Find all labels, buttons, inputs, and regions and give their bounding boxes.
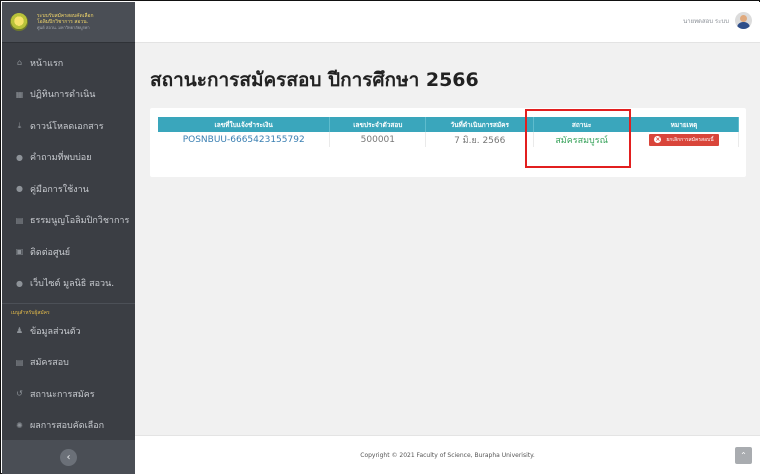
footer: Copyright © 2021 Faculty of Science, Bur…	[135, 435, 760, 474]
page-title: สถานะการสมัครสอบ ปีการศึกษา 2566	[150, 69, 479, 91]
status-table: เลขที่ใบแจ้งชำระเงิน เลขประจำตัวสอบ วันท…	[158, 117, 739, 147]
user-icon: ♟	[15, 326, 24, 336]
form-icon: ▤	[15, 357, 24, 367]
avatar[interactable]	[735, 12, 752, 29]
result-icon: ✺	[16, 420, 23, 430]
copyright-text: Copyright © 2021 Faculty of Science, Bur…	[360, 451, 535, 459]
brand[interactable]: ระบบรับสมัครสอบคัดเลือก โอลิมปิกวิชาการ …	[2, 2, 135, 43]
sidebar-item-label: ผลการสอบคัดเลือก	[30, 421, 105, 432]
app-window: ระบบรับสมัครสอบคัดเลือก โอลิมปิกวิชาการ …	[0, 0, 760, 474]
sidebar-item-label: ติดต่อศูนย์	[30, 247, 71, 258]
sidebar-item-calendar[interactable]: ▦ ปฏิทินการดำเนิน	[2, 79, 135, 111]
sidebar-item-download[interactable]: ⤓ ดาวน์โหลดเอกสาร	[2, 110, 135, 142]
home-icon: ⌂	[16, 58, 23, 68]
table-header-row: เลขที่ใบแจ้งชำระเงิน เลขประจำตัวสอบ วันท…	[158, 117, 739, 132]
user-name: นายทดสอบ ระบบ	[683, 17, 729, 25]
manual-icon: ●	[16, 184, 23, 194]
user-menu[interactable]: นายทดสอบ ระบบ	[683, 12, 752, 29]
exam-id-cell: 500001	[329, 132, 427, 147]
column-header: เลขที่ใบแจ้งชำระเงิน	[158, 117, 331, 132]
sidebar-item-status[interactable]: ↺ สถานะการสมัคร	[2, 378, 135, 410]
chevron-up-icon: ⌃	[740, 451, 747, 460]
cancel-application-label: ยกเลิกการสมัครสอบนี้	[666, 136, 714, 143]
main-content: สถานะการสมัครสอบ ปีการศึกษา 2566 เลขที่ใ…	[135, 43, 760, 435]
sidebar-item-label: สมัครสอบ	[30, 358, 69, 369]
application-date-cell: 7 มิ.ย. 2566	[425, 132, 535, 147]
sidebar-item-website[interactable]: ● เว็บไซต์ มูลนิธิ สอวน.	[2, 268, 135, 300]
sidebar-item-manual[interactable]: ● คู่มือการใช้งาน	[2, 173, 135, 205]
sidebar-item-results[interactable]: ✺ ผลการสอบคัดเลือก	[2, 410, 135, 442]
sidebar-item-home[interactable]: ⌂ หน้าแรก	[2, 47, 135, 79]
column-header: เลขประจำตัวสอบ	[329, 117, 427, 132]
sidebar-item-label: ข้อมูลส่วนตัว	[30, 326, 81, 337]
sidebar-item-label: คำถามที่พบบ่อย	[30, 153, 92, 164]
sidebar-item-label: ปฏิทินการดำเนิน	[30, 90, 96, 101]
brand-line-3: ศูนย์ สอวน. มหาวิทยาลัยบูรพา	[37, 25, 90, 30]
contact-icon: ▣	[15, 247, 24, 257]
status-card: เลขที่ใบแจ้งชำระเงิน เลขประจำตัวสอบ วันท…	[150, 108, 746, 177]
download-icon: ⤓	[17, 120, 22, 130]
posn-logo	[10, 13, 28, 31]
table-row: POSNBUU-6665423155792 500001 7 มิ.ย. 256…	[158, 132, 739, 147]
sidebar-item-label: หน้าแรก	[30, 58, 64, 69]
column-header: สถานะ	[533, 117, 631, 132]
remark-cell: × ยกเลิกการสมัครสอบนี้	[629, 132, 739, 147]
document-icon: ▤	[15, 215, 24, 225]
topbar: นายทดสอบ ระบบ	[135, 2, 760, 43]
column-header: วันที่ดำเนินการสมัคร	[425, 117, 535, 132]
globe-icon: ●	[16, 278, 23, 288]
sidebar-item-charter[interactable]: ▤ ธรรมนูญโอลิมปิกวิชาการ	[2, 205, 135, 237]
sidebar-item-label: เว็บไซต์ มูลนิธิ สอวน.	[30, 279, 115, 290]
brand-text: ระบบรับสมัครสอบคัดเลือก โอลิมปิกวิชาการ …	[37, 13, 94, 31]
sidebar-item-faq[interactable]: ● คำถามที่พบบ่อย	[2, 142, 135, 174]
payment-number-cell: POSNBUU-6665423155792	[158, 132, 331, 147]
sidebar-item-label: ธรรมนูญโอลิมปิกวิชาการ	[30, 216, 130, 227]
cancel-application-button[interactable]: × ยกเลิกการสมัครสอบนี้	[649, 133, 719, 146]
close-circle-icon: ×	[654, 136, 662, 143]
sidebar-item-label: คู่มือการใช้งาน	[30, 184, 89, 195]
status-cell: สมัครสมบูรณ์	[533, 132, 631, 147]
sidebar-item-label: ดาวน์โหลดเอกสาร	[30, 121, 104, 132]
sidebar-footer: ‹	[2, 440, 135, 474]
column-header: หมายเหตุ	[629, 117, 739, 132]
chevron-left-icon: ‹	[66, 451, 71, 463]
sidebar-section-label: เมนูสำหรับผู้สมัคร	[2, 303, 135, 316]
history-icon: ↺	[16, 389, 23, 399]
calendar-icon: ▦	[15, 89, 24, 99]
sidebar: ระบบรับสมัครสอบคัดเลือก โอลิมปิกวิชาการ …	[2, 2, 135, 474]
collapse-sidebar-button[interactable]: ‹	[60, 448, 77, 466]
sidebar-item-contact[interactable]: ▣ ติดต่อศูนย์	[2, 236, 135, 268]
sidebar-nav: ⌂ หน้าแรก ▦ ปฏิทินการดำเนิน ⤓ ดาวน์โหลดเ…	[2, 43, 135, 441]
question-icon: ●	[16, 152, 23, 162]
sidebar-item-profile[interactable]: ♟ ข้อมูลส่วนตัว	[2, 315, 135, 347]
scroll-to-top-button[interactable]: ⌃	[735, 447, 752, 464]
sidebar-item-label: สถานะการสมัคร	[30, 389, 95, 400]
sidebar-item-apply[interactable]: ▤ สมัครสอบ	[2, 347, 135, 379]
